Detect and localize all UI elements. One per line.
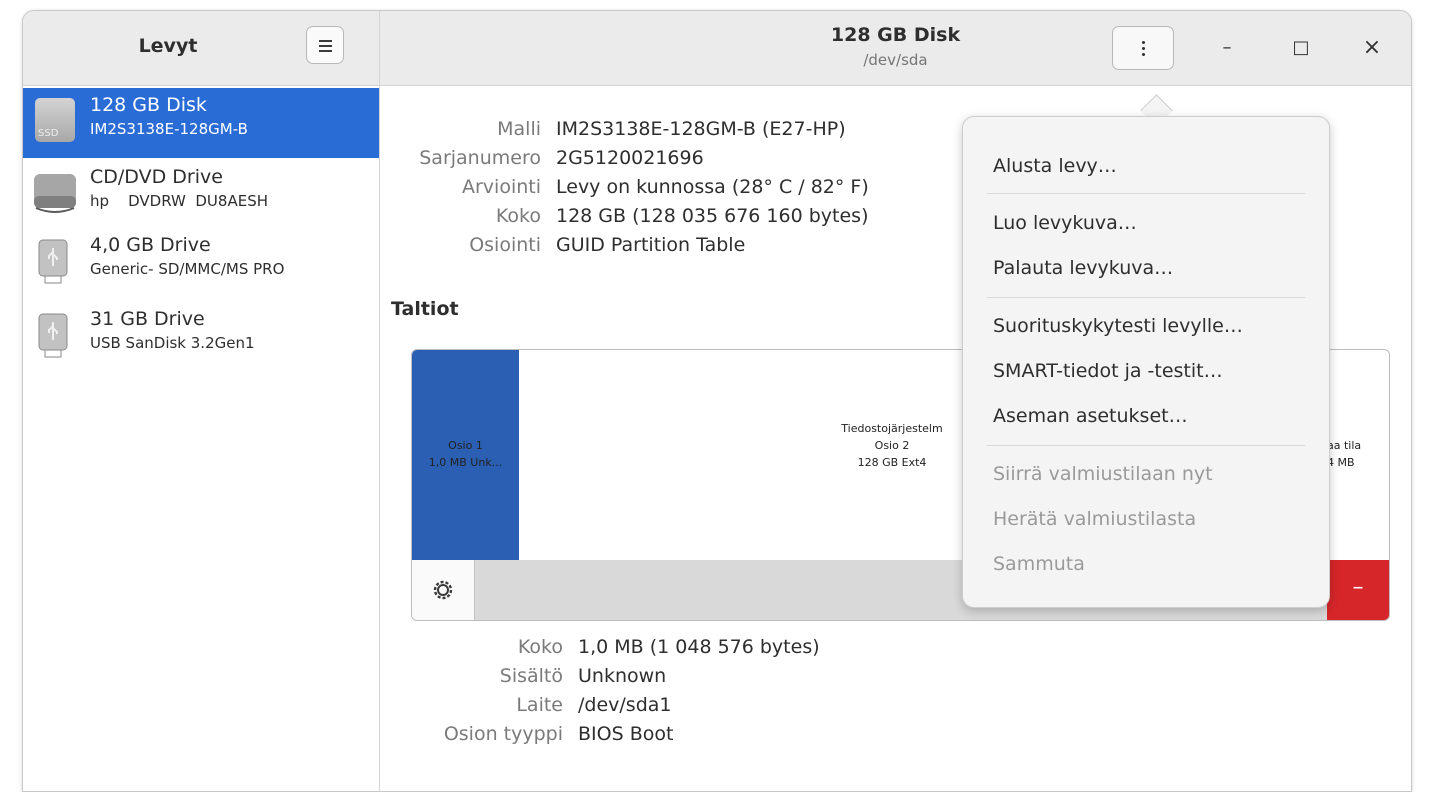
serial-value: 2G5120021696: [556, 147, 704, 169]
menu-item-format[interactable]: Alusta levy…: [993, 155, 1117, 177]
assessment-label: Arviointi: [461, 176, 541, 198]
usb-drive-icon: [38, 239, 68, 284]
partition-size-value: 1,0 MB (1 048 576 bytes): [578, 636, 820, 658]
drive-name: 4,0 GB Drive: [90, 234, 211, 256]
menu-item-smart[interactable]: SMART-tiedot ja -testit…: [993, 360, 1223, 382]
size-label: Koko: [495, 205, 541, 227]
disks-window: Levyt 128 GB Disk /dev/sda – □ × SSD 128…: [22, 10, 1412, 792]
maximize-button[interactable]: □: [1286, 33, 1316, 63]
menu-item-power-off: Sammuta: [993, 553, 1085, 575]
model-value: IM2S3138E-128GM-B (E27-HP): [556, 118, 846, 140]
menu-item-restore-image[interactable]: Palauta levykuva…: [993, 257, 1173, 279]
partition-type-label: Osion tyyppi: [443, 723, 563, 745]
drive-item-31gb[interactable]: 31 GB Drive USB SanDisk 3.2Gen1: [23, 302, 379, 372]
drive-options-button[interactable]: [1112, 26, 1174, 70]
serial-label: Sarjanumero: [419, 147, 541, 169]
drive-model: Generic- SD/MMC/MS PRO: [90, 260, 285, 278]
menu-icon: [319, 40, 332, 42]
sidebar-title: Levyt: [138, 35, 198, 57]
free-space-label: aa tila: [1327, 439, 1362, 452]
drive-item-4gb[interactable]: 4,0 GB Drive Generic- SD/MMC/MS PRO: [23, 228, 379, 298]
size-value: 128 GB (128 035 676 160 bytes): [556, 205, 869, 227]
free-space-size: 4 MB: [1327, 456, 1355, 469]
drive-model: IM2S3138E-128GM-B: [90, 120, 248, 138]
drive-item-128gb-disk[interactable]: SSD 128 GB Disk IM2S3138E-128GM-B: [23, 88, 379, 158]
disk-subtitle: /dev/sda: [863, 51, 928, 69]
partition-type-value: BIOS Boot: [578, 723, 674, 745]
device-label: Laite: [516, 694, 563, 716]
partition-size-label: Koko: [517, 636, 563, 658]
more-vertical-icon: [1142, 41, 1145, 44]
gear-icon: [433, 580, 453, 600]
menu-separator: [987, 297, 1305, 298]
drive-model: USB SanDisk 3.2Gen1: [90, 334, 255, 352]
partitioning-label: Osiointi: [469, 234, 541, 256]
contents-value: Unknown: [578, 665, 667, 687]
close-button[interactable]: ×: [1357, 33, 1387, 63]
ssd-icon: SSD: [35, 98, 75, 142]
device-value: /dev/sda1: [578, 694, 672, 716]
drive-name: 31 GB Drive: [90, 308, 205, 330]
drive-item-cd-dvd[interactable]: CD/DVD Drive hp DVDRW DU8AESH: [23, 160, 379, 230]
usb-drive-icon: [38, 313, 68, 358]
drive-name: CD/DVD Drive: [90, 166, 223, 188]
drive-list: SSD 128 GB Disk IM2S3138E-128GM-B CD/DVD…: [23, 86, 380, 791]
drive-name: 128 GB Disk: [90, 94, 207, 116]
assessment-value: Levy on kunnossa (28° C / 82° F): [556, 176, 869, 198]
menu-item-standby-now: Siirrä valmiustilaan nyt: [993, 463, 1213, 485]
menu-item-wake-up: Herätä valmiustilasta: [993, 508, 1197, 530]
menu-separator: [987, 193, 1305, 194]
model-label: Malli: [497, 118, 541, 140]
disk-title: 128 GB Disk: [830, 24, 961, 46]
optical-drive-icon: [34, 174, 76, 213]
partition-options-button[interactable]: [412, 560, 475, 620]
drive-options-menu: Alusta levy… Luo levykuva… Palauta levyk…: [962, 116, 1330, 608]
minimize-button[interactable]: –: [1212, 33, 1242, 63]
contents-label: Sisältö: [499, 665, 563, 687]
menu-item-benchmark[interactable]: Suorituskykytesti levylle…: [993, 315, 1243, 337]
menu-separator: [987, 445, 1305, 446]
sidebar-header: Levyt: [23, 11, 380, 86]
partition-1-name: Osio 1: [448, 439, 483, 452]
partition-1-size: 1,0 MB Unk...: [428, 456, 503, 469]
header-bar: 128 GB Disk /dev/sda – □ ×: [380, 11, 1411, 86]
drive-model: hp DVDRW DU8AESH: [90, 192, 268, 210]
menu-item-drive-settings[interactable]: Aseman asetukset…: [993, 405, 1188, 427]
main-menu-button[interactable]: [306, 26, 344, 64]
volumes-heading: Taltiot: [391, 298, 459, 320]
delete-partition-button[interactable]: –: [1327, 560, 1389, 620]
partitioning-value: GUID Partition Table: [556, 234, 746, 256]
menu-item-create-image[interactable]: Luo levykuva…: [993, 212, 1137, 234]
